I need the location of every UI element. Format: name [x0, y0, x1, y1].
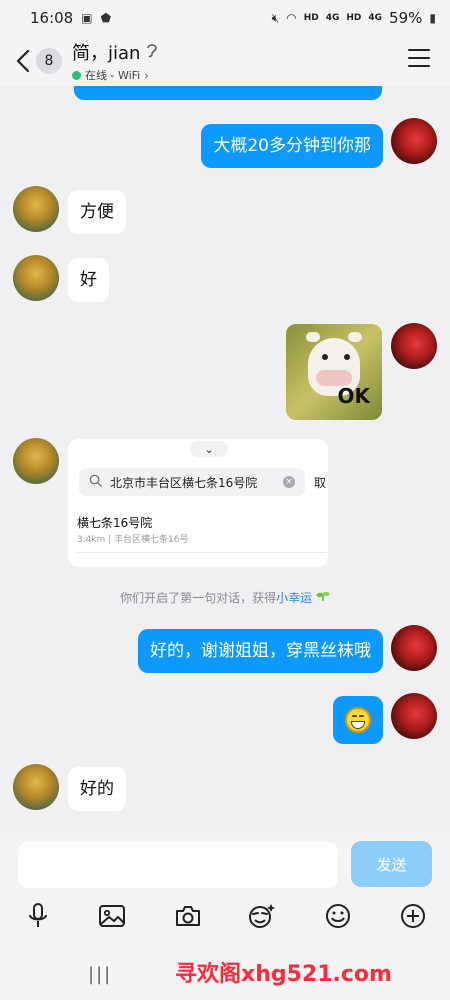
network-label-1: 4G	[325, 13, 340, 23]
previous-message-bubble[interactable]	[74, 86, 382, 100]
chat-header: 8 简，jian 在线 - WiFi ›	[0, 36, 450, 86]
menu-button[interactable]	[408, 49, 430, 67]
system-nav-bar: ||| 寻欢阁xhg521.com	[0, 940, 450, 1000]
watermark: 寻欢阁xhg521.com	[175, 962, 392, 987]
status-left: 16:08 ▣ ⬟	[30, 9, 111, 27]
chevron-left-icon	[16, 49, 30, 73]
sticker-ear	[348, 332, 362, 342]
emoji-message-bubble[interactable]	[333, 696, 383, 744]
recents-button[interactable]: |||	[88, 964, 112, 985]
network-label-2: 4G	[368, 13, 383, 23]
sticker-ear	[306, 332, 320, 342]
gallery-notification-icon: ▣	[81, 11, 93, 25]
message-bubble-other[interactable]: 好的	[68, 767, 126, 811]
message-list[interactable]: 大概20多分钟到你那 方便 好 OK ⌄ 北京市丰台区横七条16号院 × 取 横…	[0, 86, 450, 832]
shield-notification-icon: ⬟	[100, 11, 112, 25]
sticker-text: OK	[337, 384, 371, 408]
ok-sticker[interactable]: OK	[286, 324, 382, 420]
message-bubble-other[interactable]: 好	[68, 258, 109, 302]
menu-icon	[408, 49, 430, 51]
my-avatar[interactable]	[391, 693, 437, 739]
cancel-button[interactable]: 取	[314, 474, 326, 491]
contact-avatar[interactable]	[13, 764, 59, 810]
sticker-eye	[344, 354, 350, 360]
chevron-down-icon[interactable]: ⌄	[190, 441, 228, 457]
system-message: 你们开启了第一句对话，获得小幸运	[0, 589, 450, 606]
system-message-text: 你们开启了第一句对话，获得	[120, 591, 277, 605]
sticker-eye	[322, 354, 328, 360]
hd-label-2: HD	[346, 13, 362, 23]
unread-count-badge[interactable]: 8	[36, 48, 62, 74]
my-avatar[interactable]	[391, 625, 437, 671]
divider	[77, 552, 327, 553]
battery-icon: ▮	[429, 11, 436, 25]
location-result-title[interactable]: 横七条16号院	[77, 514, 152, 531]
online-status-icon	[72, 70, 81, 80]
message-bubble-me[interactable]: 好的，谢谢姐姐，穿黑丝袜哦	[138, 629, 383, 673]
location-search-value: 北京市丰台区横七条16号院	[110, 475, 258, 490]
composer-toolbar	[0, 900, 450, 932]
contact-title-block[interactable]: 简，jian 在线 - WiFi ›	[72, 39, 158, 83]
composer: 发送	[0, 832, 450, 940]
contact-avatar[interactable]	[13, 186, 59, 232]
sticker-icon[interactable]	[246, 900, 278, 932]
message-bubble-me[interactable]: 大概20多分钟到你那	[201, 124, 383, 168]
status-bar: 16:08 ▣ ⬟ 🔇︎ ◠ HD 4G HD 4G 59% ▮	[0, 0, 450, 36]
presence-text: 在线 - WiFi	[85, 69, 141, 82]
camera-icon[interactable]	[172, 900, 204, 932]
hd-label-1: HD	[303, 13, 319, 23]
location-result-subtitle: 3.4km | 丰台区横七条16号	[77, 535, 189, 545]
wifi-icon: ◠	[286, 11, 297, 25]
search-icon	[89, 474, 102, 491]
status-right: 🔇︎ ◠ HD 4G HD 4G 59% ▮	[272, 9, 436, 27]
presence-row: 在线 - WiFi ›	[72, 67, 158, 83]
clear-icon[interactable]: ×	[283, 476, 295, 488]
send-button[interactable]: 发送	[351, 841, 432, 887]
contact-avatar[interactable]	[13, 438, 59, 484]
image-icon[interactable]	[96, 900, 128, 932]
contact-name: 简，jian	[72, 43, 141, 64]
battery-level: 59%	[389, 9, 423, 27]
my-avatar[interactable]	[391, 118, 437, 164]
emoji-icon[interactable]	[322, 900, 354, 932]
ear-icon	[146, 42, 158, 62]
message-input[interactable]	[18, 842, 338, 888]
my-avatar[interactable]	[391, 323, 437, 369]
presence-arrow-icon: ›	[144, 68, 149, 82]
sprout-icon	[312, 591, 330, 605]
location-card[interactable]: ⌄ 北京市丰台区横七条16号院 × 取 横七条16号院 3.4km | 丰台区横…	[68, 439, 328, 567]
contact-avatar[interactable]	[13, 255, 59, 301]
back-button[interactable]	[8, 41, 38, 81]
message-bubble-other[interactable]: 方便	[68, 190, 126, 234]
microphone-icon[interactable]	[22, 900, 54, 932]
grinning-face-icon	[345, 707, 371, 733]
location-search-field[interactable]: 北京市丰台区横七条16号院 ×	[79, 468, 305, 496]
title-row: 简，jian	[72, 39, 158, 65]
lucky-link[interactable]: 小幸运	[276, 591, 312, 605]
clock: 16:08	[30, 9, 74, 27]
mute-icon: 🔇︎	[271, 10, 280, 25]
plus-icon[interactable]	[397, 900, 429, 932]
